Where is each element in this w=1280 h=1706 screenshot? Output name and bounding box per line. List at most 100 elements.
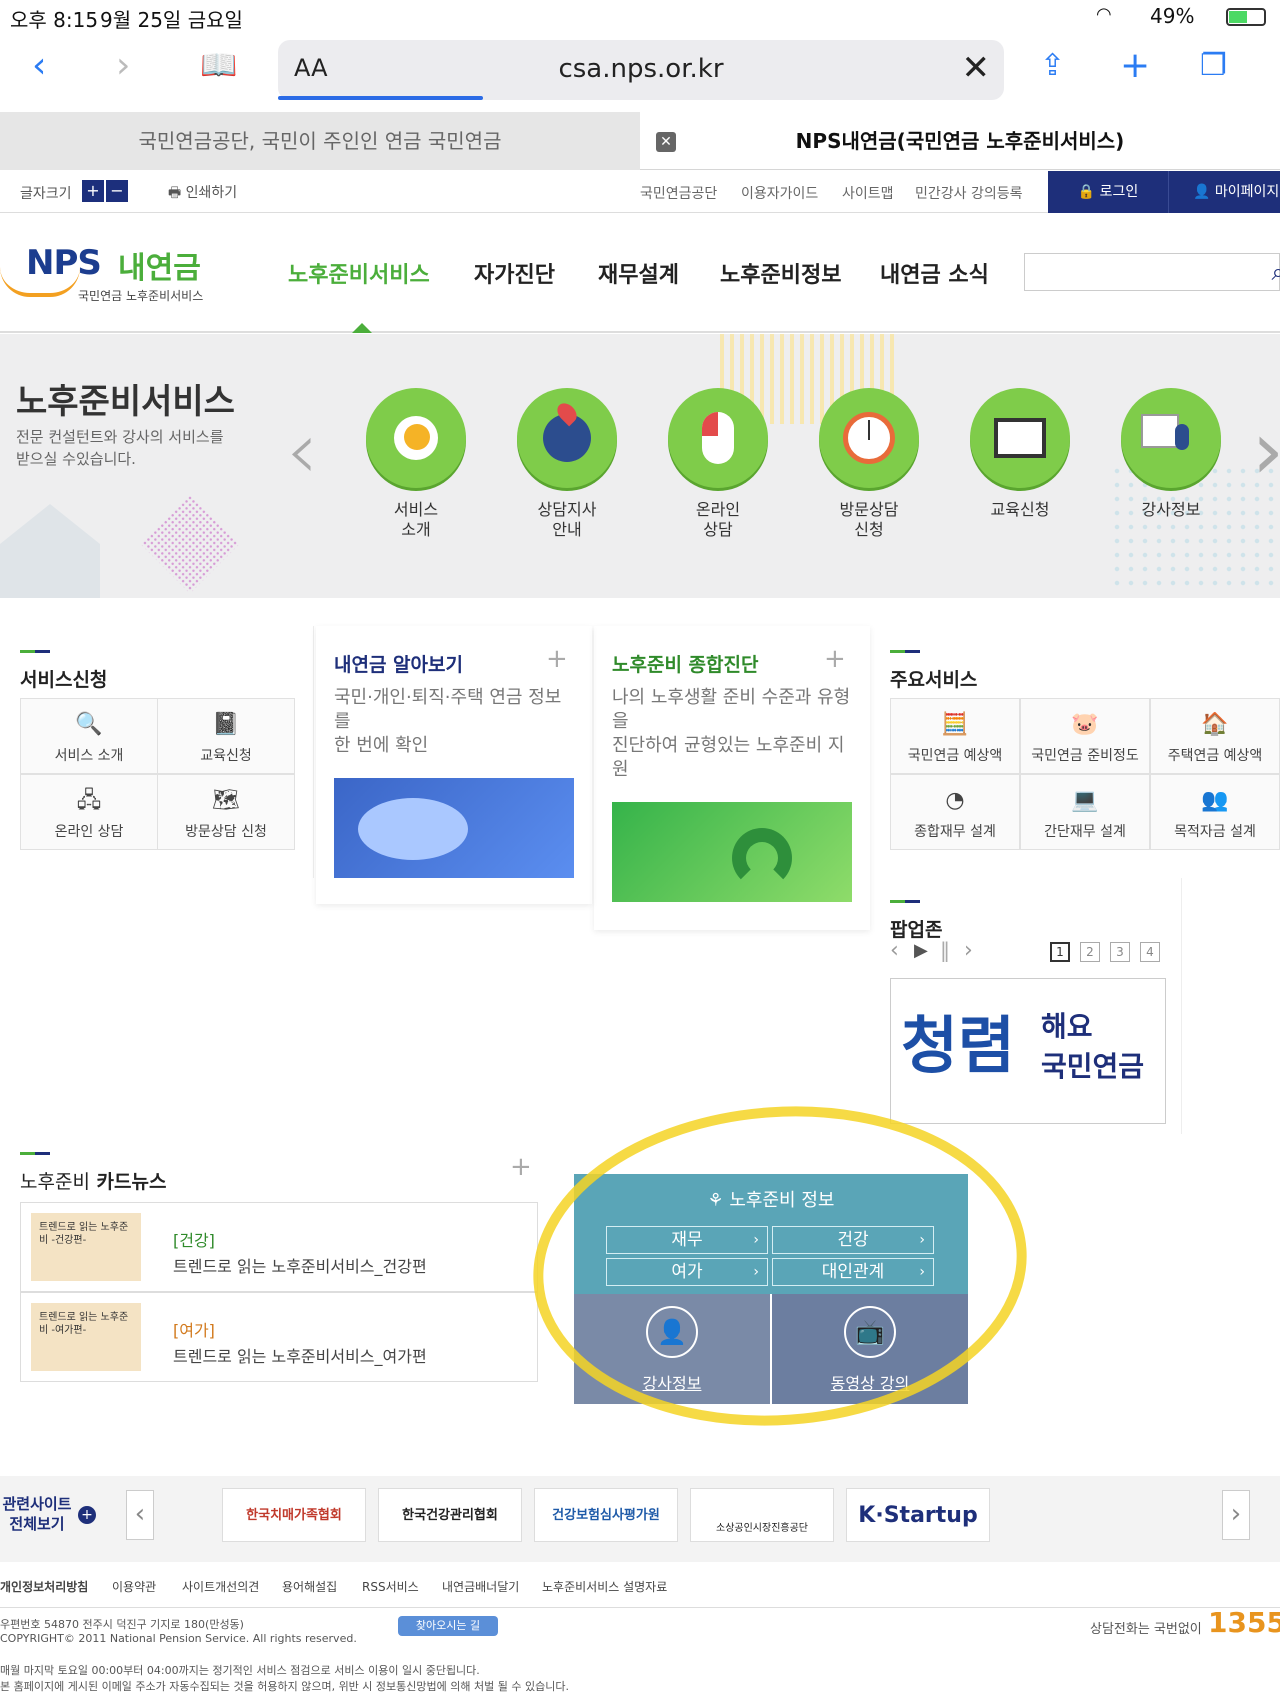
search-input[interactable]: ⌕	[1024, 253, 1280, 291]
link-nps[interactable]: 국민연금공단	[640, 183, 717, 203]
ms-purpose-fund[interactable]: 👥 목적자금 설계	[1150, 774, 1280, 850]
banner-health-assoc[interactable]: 한국건강관리협회	[378, 1488, 522, 1542]
ms-housing-pension[interactable]: 🏠 주택연금 예상액	[1150, 698, 1280, 774]
hero-prev-icon[interactable]: ‹	[286, 404, 318, 497]
font-plus-button[interactable]: +	[82, 180, 104, 202]
highlight-ellipse	[533, 1106, 1027, 1426]
house-search-icon: 🏠	[1201, 712, 1229, 737]
address-bar[interactable]: AA csa.nps.or.kr ✕	[278, 40, 1004, 100]
popup-page-3[interactable]: 3	[1110, 942, 1130, 962]
font-minus-button[interactable]: −	[106, 180, 128, 202]
section-bar	[890, 650, 920, 653]
notebook-icon: 📓	[212, 712, 240, 737]
footer-feedback[interactable]: 사이트개선의견	[182, 1578, 259, 1595]
card-news-item[interactable]: 트렌드로 읽는 노후준비 -여가편- [여가] 트렌드로 읽는 노후준비서비스_…	[20, 1292, 538, 1382]
menu-retirement-info[interactable]: 노후준비정보	[720, 257, 841, 289]
menu-financial-design[interactable]: 재무설계	[598, 257, 679, 289]
global-nav: NPS 내연금 국민연금 노후준비서비스 노후준비서비스 자가진단 재무설계 노…	[0, 213, 1280, 333]
back-icon[interactable]: ‹	[32, 46, 46, 86]
ms-simple-finance[interactable]: 💻 간단재무 설계	[1020, 774, 1150, 850]
menu-retirement-service[interactable]: 노후준비서비스	[288, 257, 430, 289]
service-instructor-info[interactable]: 강사정보	[1116, 388, 1226, 520]
link-lecturer-register[interactable]: 민간강사 강의등록	[915, 183, 1023, 203]
footer-banner[interactable]: 내연금배너달기	[442, 1578, 519, 1595]
close-tab-icon[interactable]: ✕	[656, 132, 676, 152]
directions-button[interactable]: 찾아오시는 길	[398, 1616, 498, 1636]
forward-icon[interactable]: ›	[116, 46, 130, 86]
related-prev-icon[interactable]: ‹	[126, 1490, 154, 1540]
popup-page-2[interactable]: 2	[1080, 942, 1100, 962]
service-branch-guide[interactable]: 상담지사 안내	[512, 388, 622, 540]
popup-page-4[interactable]: 4	[1140, 942, 1160, 962]
banner-semas[interactable]: 소상공인시장진흥공단	[690, 1488, 834, 1542]
login-button[interactable]: 🔒 로그인	[1048, 171, 1168, 213]
popup-page-1[interactable]: 1	[1050, 942, 1070, 962]
apply-education[interactable]: 📓 교육신청	[157, 698, 295, 774]
banner-dementia[interactable]: 한국치매가족협회	[222, 1488, 366, 1542]
apply-online-consult[interactable]: 🖧 온라인 상담	[20, 774, 158, 850]
footer-info: 우편번호 54870 전주시 덕진구 기지로 180(만성동) COPYRIGH…	[0, 1606, 1280, 1706]
service-education[interactable]: 교육신청	[965, 388, 1075, 520]
service-online-consult[interactable]: 온라인 상담	[663, 388, 773, 540]
ms-total-finance[interactable]: ◔ 종합재무 설계	[890, 774, 1020, 850]
popup-next-icon[interactable]: ›	[964, 938, 973, 963]
menu-self-diagnosis[interactable]: 자가진단	[474, 257, 555, 289]
related-next-icon[interactable]: ›	[1222, 1490, 1250, 1540]
card-news-tag: [건강]	[173, 1231, 215, 1250]
footer-privacy[interactable]: 개인정보처리방침	[0, 1578, 88, 1595]
hero-next-icon[interactable]: ›	[1252, 404, 1280, 497]
popup-pause-icon[interactable]: ‖	[940, 938, 950, 962]
ms-pension-readiness[interactable]: 🐷 국민연금 준비정도	[1020, 698, 1150, 774]
apply-service-intro[interactable]: 🔍 서비스 소개	[20, 698, 158, 774]
footer-notice-1: 매월 마지막 토요일 00:00부터 04:00까지는 정기적인 서비스 점검으…	[0, 1664, 480, 1677]
tabs-icon[interactable]: ❐	[1200, 46, 1227, 86]
related-plus-icon[interactable]: +	[78, 1506, 96, 1524]
section-bar	[890, 900, 920, 903]
mypage-button[interactable]: 👤 마이페이지	[1168, 171, 1280, 213]
link-sitemap[interactable]: 사이트맵	[842, 183, 894, 203]
related-sites-label[interactable]: 관련사이트 전체보기	[0, 1494, 74, 1534]
clear-url-icon[interactable]: ✕	[962, 48, 991, 88]
footer-glossary[interactable]: 용어해설집	[282, 1578, 337, 1595]
service-hero: 노후준비서비스 전문 컨설턴트와 강사의 서비스를 받으실 수있습니다. ‹ ›…	[0, 334, 1280, 598]
footer-notice-2: 본 홈페이지에 게시된 이메일 주소가 자동수집되는 것을 허용하지 않으며, …	[0, 1680, 569, 1693]
footer-rss[interactable]: RSS서비스	[362, 1578, 419, 1595]
site-logo[interactable]: NPS 내연금 국민연금 노후준비서비스	[0, 243, 220, 313]
tab-nps-csa[interactable]: NPS내연금(국민연금 노후준비서비스)	[640, 112, 1280, 170]
share-icon[interactable]: ⇪	[1040, 46, 1065, 86]
card-news-item[interactable]: 트렌드로 읽는 노후준비 -건강편- [건강] 트렌드로 읽는 노후준비서비스_…	[20, 1202, 538, 1292]
apply-visit-consult[interactable]: 🗺 방문상담 신청	[157, 774, 295, 850]
footer-terms[interactable]: 이용약관	[112, 1578, 156, 1595]
my-pension-section[interactable]: 내연금 알아보기 + 국민·개인·퇴직·주택 연금 정보를 한 번에 확인	[316, 626, 592, 904]
print-button[interactable]: 🖶 인쇄하기	[168, 182, 237, 206]
service-visit-consult[interactable]: 방문상담 신청	[814, 388, 924, 540]
footer-copyright: COPYRIGHT© 2011 National Pension Service…	[0, 1632, 357, 1645]
banner-kstartup[interactable]: K·Startup	[846, 1488, 990, 1542]
popup-play-icon[interactable]: ▶	[914, 940, 928, 961]
card-news-title-b: 카드뉴스	[96, 1171, 167, 1193]
new-tab-icon[interactable]: +	[1120, 46, 1150, 86]
card-news-more-icon[interactable]: +	[510, 1152, 532, 1182]
battery-icon	[1226, 8, 1266, 26]
globe-pin-icon	[517, 388, 617, 488]
popup-prev-icon[interactable]: ‹	[890, 938, 899, 963]
banner-hira[interactable]: 건강보험심사평가원	[534, 1488, 678, 1542]
user-icon: 👤	[1193, 184, 1215, 200]
service-intro[interactable]: 서비스 소개	[361, 388, 471, 540]
footer-materials[interactable]: 노후준비서비스 설명자료	[542, 1578, 667, 1595]
menu-pension-news[interactable]: 내연금 소식	[880, 257, 989, 289]
diagnosis-section[interactable]: 노후준비 종합진단 + 나의 노후생활 준비 수준과 유형을 진단하여 균형있는 …	[594, 626, 870, 930]
diagnosis-more-icon[interactable]: +	[824, 644, 846, 674]
url-text[interactable]: csa.nps.or.kr	[278, 54, 1004, 84]
service-apply-title: 서비스신청	[20, 669, 108, 691]
search-icon[interactable]: ⌕	[1272, 258, 1280, 286]
my-pension-title: 내연금 알아보기	[334, 654, 463, 676]
book-icon	[970, 388, 1070, 488]
bookmarks-icon[interactable]: 📖	[200, 46, 237, 86]
my-pension-more-icon[interactable]: +	[546, 644, 568, 674]
ms-pension-estimate[interactable]: 🧮 국민연금 예상액	[890, 698, 1020, 774]
status-time: 오후 8:15	[10, 8, 99, 32]
tab-nps-main[interactable]: 국민연금공단, 국민이 주인인 연금 국민연금	[0, 112, 640, 170]
main-contents: 서비스신청 🔍 서비스 소개 📓 교육신청 🖧 온라인 상담 🗺 방문상담 신청 내연금…	[0, 626, 1280, 1430]
link-guide[interactable]: 이용자가이드	[741, 183, 818, 203]
